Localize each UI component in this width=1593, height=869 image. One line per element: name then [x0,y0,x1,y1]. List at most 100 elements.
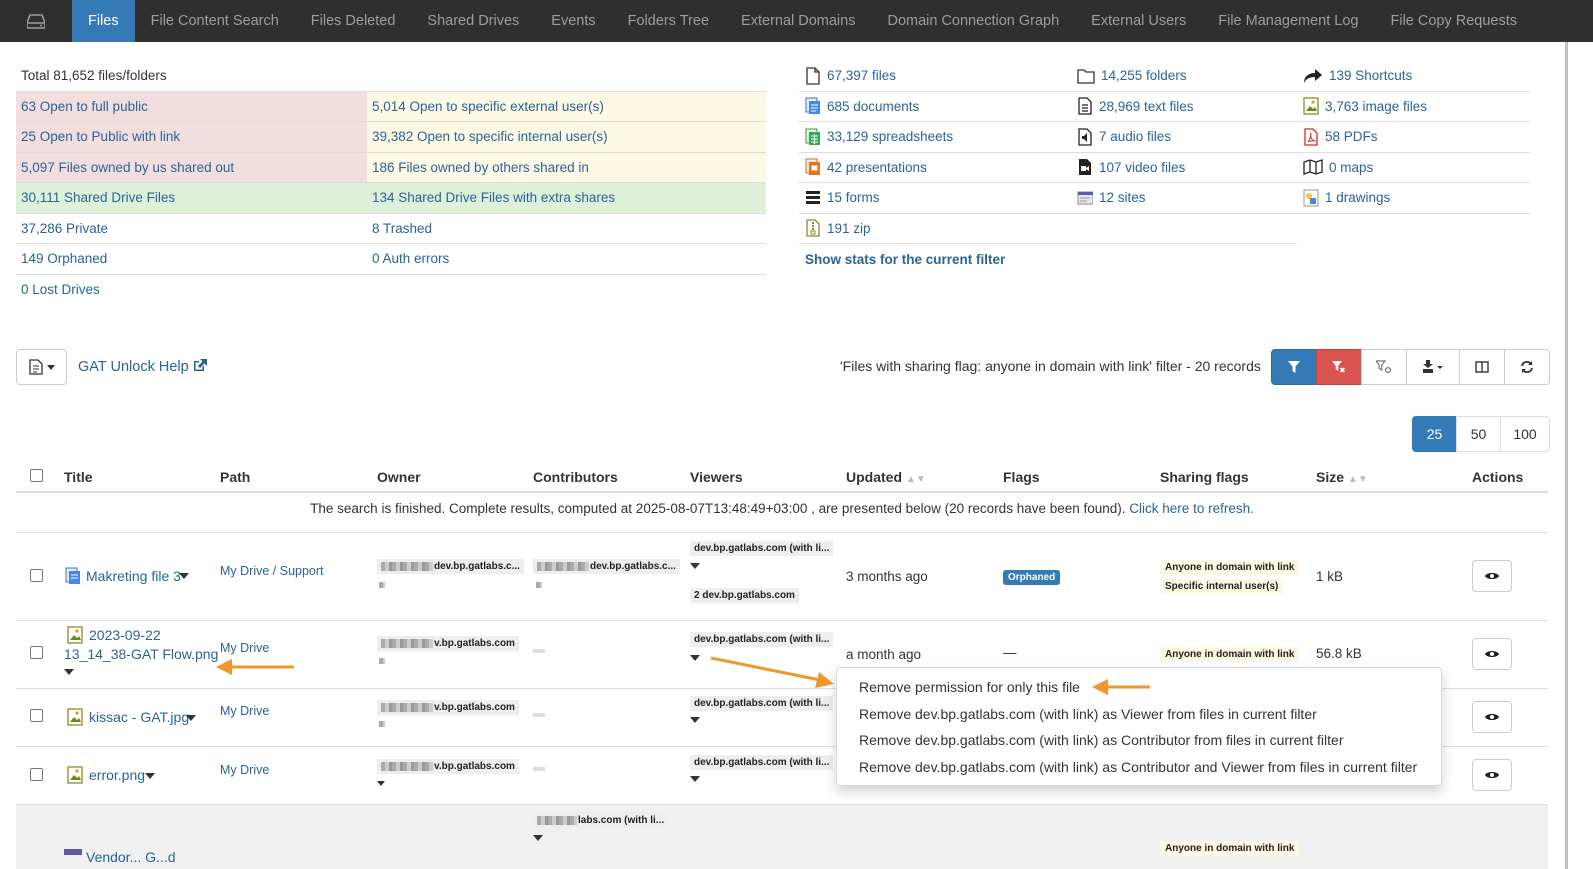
path-link[interactable]: My Drive [220,704,269,718]
type-spreadsheets[interactable]: 33,129 spreadsheets [799,122,1071,153]
path-link[interactable]: My Drive [220,641,269,655]
stat-shared-out[interactable]: 5,097 Files owned by us shared out [16,152,367,182]
type-documents[interactable]: 685 documents [799,92,1071,122]
drive-icon[interactable] [0,0,72,42]
select-all-checkbox[interactable] [30,469,43,482]
file-title-link[interactable]: kissac - GAT.jpg [89,709,189,725]
page-size-25[interactable]: 25 [1412,416,1457,452]
stat-lost-drives[interactable]: 0 Lost Drives [16,275,367,306]
col-owner[interactable]: Owner [377,469,421,485]
stat-full-public[interactable]: 63 Open to full public [16,91,367,121]
view-button[interactable] [1472,638,1512,670]
type-sites[interactable]: 12 sites [1071,183,1297,214]
page-size-100[interactable]: 100 [1500,416,1550,452]
file-title-link[interactable]: Vendor... G...d [86,849,216,863]
type-files[interactable]: 67,397 files [799,61,1071,92]
nav-tab-file-copy-requests[interactable]: File Copy Requests [1375,0,1534,42]
stat-shared-drive-files[interactable]: 30,111 Shared Drive Files [16,183,367,213]
remove-viewer-from-filter[interactable]: Remove dev.bp.gatlabs.com (with link) as… [837,701,1441,728]
nav-tab-files[interactable]: Files [72,0,135,42]
nav-tab-external-domains[interactable]: External Domains [725,0,871,42]
type-forms[interactable]: 15 forms [799,183,1071,214]
chevron-down-icon[interactable] [186,715,196,721]
file-icon [806,67,820,85]
chevron-down-icon[interactable] [533,835,543,841]
page-size-50[interactable]: 50 [1456,416,1501,452]
redacted-text [381,702,433,712]
row-checkbox[interactable] [30,768,43,781]
col-title[interactable]: Title [64,469,93,485]
columns-button[interactable] [1459,349,1505,385]
chevron-down-icon[interactable] [690,717,700,723]
view-button[interactable] [1472,560,1512,592]
chevron-down-icon[interactable] [145,773,155,779]
col-sharing-flags[interactable]: Sharing flags [1160,469,1249,485]
stat-orphaned[interactable]: 149 Orphaned [16,244,367,274]
file-title-link[interactable]: 13_14_38-GAT Flow.png [64,646,218,662]
type-folders[interactable]: 14,255 folders [1071,61,1297,92]
file-title-link[interactable]: error.png [89,767,145,783]
type-drawings[interactable]: 1 drawings [1297,183,1530,214]
stat-specific-internal[interactable]: 39,382 Open to specific internal user(s) [367,122,766,152]
stat-shared-in[interactable]: 186 Files owned by others shared in [367,152,766,182]
vertical-scrollbar[interactable] [1565,42,1568,869]
stat-public-link[interactable]: 25 Open to Public with link [16,122,367,152]
type-video-files[interactable]: 107 video files [1071,153,1297,183]
type-image-files[interactable]: 3,763 image files [1297,92,1530,122]
nav-tab-folders-tree[interactable]: Folders Tree [612,0,725,42]
remove-contributor-viewer-from-filter[interactable]: Remove dev.bp.gatlabs.com (with link) as… [837,754,1441,781]
stat-specific-external[interactable]: 5,014 Open to specific external user(s) [367,91,766,121]
file-title-link[interactable]: 2023-09-22 [89,627,161,643]
refresh-link[interactable]: Click here to refresh. [1129,501,1254,516]
image-file-icon [67,708,83,726]
type-zip[interactable]: 191 zip [799,214,1071,244]
stat-shared-drive-extra[interactable]: 134 Shared Drive Files with extra shares [367,183,766,213]
file-title-link[interactable]: Makreting file 3 [86,568,181,584]
row-checkbox[interactable] [30,569,43,582]
type-maps[interactable]: 0 maps [1297,153,1530,183]
col-size[interactable]: Size ▲▼ [1316,469,1368,485]
clear-filter-button[interactable] [1316,349,1362,385]
stat-auth-errors[interactable]: 0 Auth errors [367,244,766,274]
map-icon [1303,159,1323,176]
nav-tab-file-management-log[interactable]: File Management Log [1202,0,1374,42]
remove-contributor-from-filter[interactable]: Remove dev.bp.gatlabs.com (with link) as… [837,727,1441,754]
view-button[interactable] [1472,701,1512,733]
chevron-down-icon[interactable] [377,781,385,786]
type-pdfs[interactable]: 58 PDFs [1297,122,1530,153]
gat-unlock-help-link[interactable]: GAT Unlock Help [78,359,207,375]
type-audio-files[interactable]: 7 audio files [1071,122,1297,153]
nav-tab-domain-connection-graph[interactable]: Domain Connection Graph [871,0,1075,42]
col-viewers[interactable]: Viewers [690,469,743,485]
nav-tab-external-users[interactable]: External Users [1075,0,1202,42]
col-path[interactable]: Path [220,469,250,485]
nav-tab-file-content-search[interactable]: File Content Search [135,0,295,42]
type-text-files[interactable]: 28,969 text files [1071,92,1297,122]
row-checkbox[interactable] [30,709,43,722]
redacted-text [537,561,589,571]
filter-settings-button[interactable] [1361,349,1407,385]
nav-tab-events[interactable]: Events [535,0,611,42]
nav-tab-shared-drives[interactable]: Shared Drives [411,0,535,42]
stat-private[interactable]: 37,286 Private [16,214,367,244]
chevron-down-icon[interactable] [179,573,189,579]
chevron-down-icon[interactable] [690,563,700,569]
chevron-down-icon[interactable] [690,776,700,782]
show-stats-link[interactable]: Show stats for the current filter [799,244,1530,274]
col-updated[interactable]: Updated ▲▼ [846,469,926,485]
report-menu-button[interactable] [16,349,67,385]
chevron-down-icon[interactable] [690,655,700,661]
row-checkbox[interactable] [30,646,43,659]
view-button[interactable] [1472,759,1512,791]
type-presentations[interactable]: 42 presentations [799,153,1071,183]
stat-trashed[interactable]: 8 Trashed [367,214,766,244]
filter-button[interactable] [1271,349,1317,385]
type-shortcuts[interactable]: 139 Shortcuts [1297,61,1530,92]
nav-tab-files-deleted[interactable]: Files Deleted [295,0,412,42]
path-link[interactable]: My Drive [220,763,269,777]
col-contributors[interactable]: Contributors [533,469,618,485]
refresh-button[interactable] [1504,349,1550,385]
export-button[interactable] [1406,349,1460,385]
chevron-down-icon[interactable] [64,669,74,675]
col-flags[interactable]: Flags [1003,469,1040,485]
